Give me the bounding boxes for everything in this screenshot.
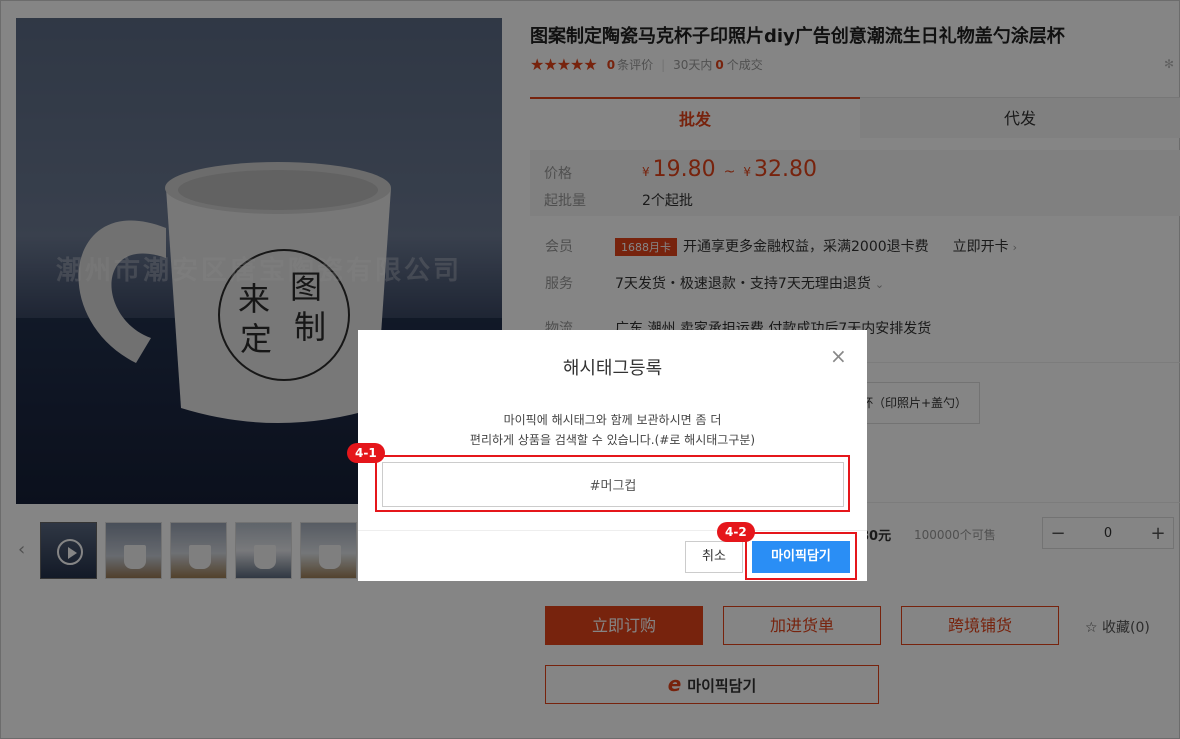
annotation-tag-4-1: 4-1 — [347, 443, 385, 463]
modal-desc-line2: 편리하게 상품을 검색할 수 있습니다.(#로 해시태그구분) — [469, 433, 756, 447]
annotation-tag-4-2: 4-2 — [717, 522, 755, 542]
modal-desc-line1: 마이픽에 해시태그와 함께 보관하시면 좀 더 — [503, 413, 722, 427]
modal-divider — [358, 530, 867, 531]
cancel-button[interactable]: 취소 — [685, 541, 743, 573]
modal-description: 마이픽에 해시태그와 함께 보관하시면 좀 더 편리하게 상품을 검색할 수 있… — [358, 410, 867, 450]
annotation-box-submit — [745, 532, 857, 580]
annotation-box-input — [375, 455, 850, 512]
close-icon[interactable]: × — [830, 346, 847, 366]
modal-title: 해시태그등록 — [562, 358, 663, 379]
